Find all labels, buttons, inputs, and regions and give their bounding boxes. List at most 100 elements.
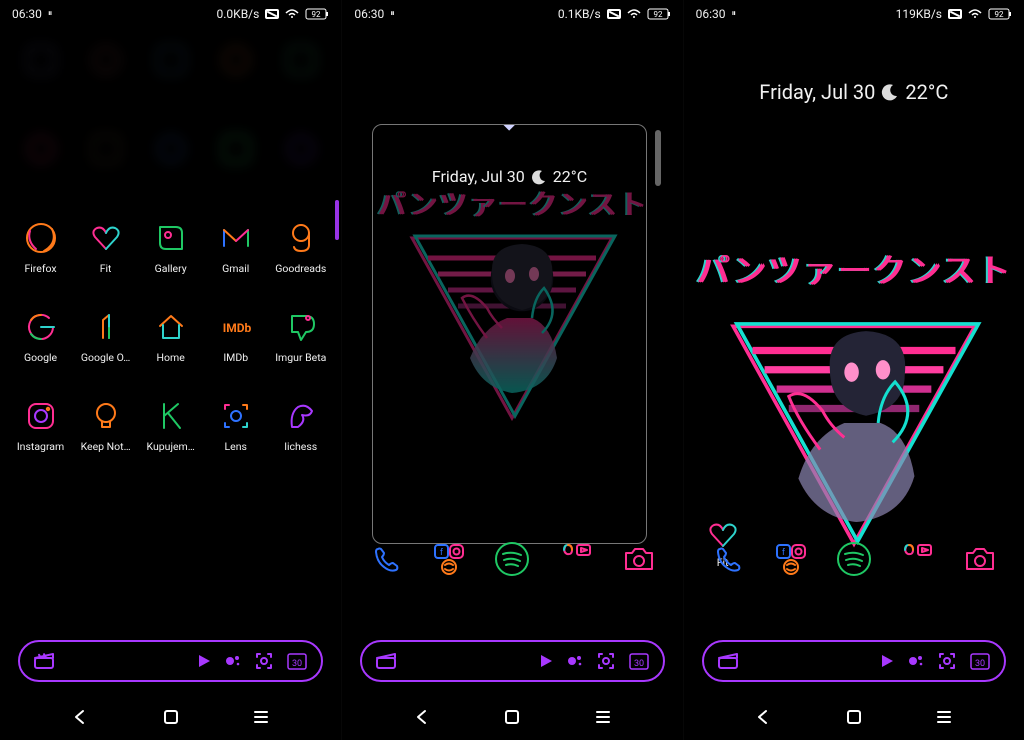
svg-text:30: 30 bbox=[634, 659, 644, 669]
imgur-icon bbox=[283, 309, 319, 345]
app-goodreads[interactable]: Goodreads bbox=[268, 220, 333, 275]
dock-social-folder[interactable]: f bbox=[772, 540, 810, 578]
app-home[interactable]: Home bbox=[138, 309, 203, 364]
app-google[interactable]: Google bbox=[8, 309, 73, 364]
lens-dot-icon[interactable] bbox=[938, 652, 956, 670]
play-icon[interactable] bbox=[880, 654, 894, 668]
app-label: Fit bbox=[100, 262, 112, 275]
wallpaper: パンツァークンスト bbox=[684, 104, 1024, 694]
app-gmail[interactable]: Gmail bbox=[203, 220, 268, 275]
app-blurred bbox=[203, 42, 268, 97]
nav-recent-button[interactable] bbox=[250, 706, 272, 728]
dock-camera[interactable] bbox=[620, 540, 658, 578]
dock-phone[interactable] bbox=[367, 540, 405, 578]
app-label: Imgur Beta bbox=[275, 351, 326, 364]
status-bar: 06:30 ⏸ 0.0KB/s 92 bbox=[0, 0, 341, 28]
instagram-icon bbox=[23, 398, 59, 434]
nav-home-button[interactable] bbox=[843, 706, 865, 728]
app-blurred bbox=[268, 131, 333, 186]
app-gallery[interactable]: Gallery bbox=[138, 220, 203, 275]
status-indicator-icon: ⏸ bbox=[390, 9, 395, 19]
widget-date: Friday, Jul 30 bbox=[432, 167, 525, 186]
assistant-icon[interactable] bbox=[567, 653, 583, 669]
widget-date: Friday, Jul 30 bbox=[759, 80, 875, 104]
clapper-icon[interactable] bbox=[718, 653, 738, 669]
app-lens[interactable]: Lens bbox=[203, 398, 268, 453]
search-pill[interactable]: 30 bbox=[360, 640, 664, 682]
app-label: lichess bbox=[284, 440, 317, 453]
status-time: 06:30 bbox=[12, 7, 42, 21]
calendar-icon[interactable]: 30 bbox=[970, 652, 990, 670]
app-label: Kupujem… bbox=[147, 440, 195, 453]
assistant-icon[interactable] bbox=[225, 653, 241, 669]
calendar-icon[interactable]: 30 bbox=[287, 652, 307, 670]
nav-recent-button[interactable] bbox=[592, 706, 614, 728]
goodreads-icon bbox=[283, 220, 319, 256]
dock-spotify[interactable] bbox=[493, 540, 531, 578]
calendar-icon[interactable]: 30 bbox=[629, 652, 649, 670]
app-label: Home bbox=[157, 351, 185, 364]
status-cast-icon bbox=[607, 9, 621, 19]
status-bar: 06:30 ⏸ 119KB/s 92 bbox=[684, 0, 1024, 28]
keep-icon bbox=[88, 398, 124, 434]
svg-text:92: 92 bbox=[994, 10, 1003, 19]
lens-dot-icon[interactable] bbox=[597, 652, 615, 670]
nav-back-button[interactable] bbox=[752, 706, 774, 728]
status-wifi-icon bbox=[968, 9, 982, 19]
status-net-speed: 0.0KB/s bbox=[217, 7, 260, 21]
app-label: Gallery bbox=[155, 262, 187, 275]
svg-text:f: f bbox=[782, 548, 786, 558]
play-icon[interactable] bbox=[539, 654, 553, 668]
svg-text:IMDb: IMDb bbox=[222, 321, 251, 335]
svg-text:92: 92 bbox=[312, 10, 321, 19]
clapper-icon[interactable] bbox=[34, 653, 54, 669]
date-weather-widget[interactable]: Friday, Jul 30 22°C bbox=[432, 167, 587, 186]
app-label: Keep Not… bbox=[81, 440, 131, 453]
nav-home-button[interactable] bbox=[160, 706, 182, 728]
widget-preview-card[interactable]: Friday, Jul 30 22°C bbox=[372, 124, 646, 544]
app-drawer-grid[interactable]: Firefox Fit Gallery Gmail Goodreads Goog… bbox=[0, 28, 341, 694]
app-label: Google O… bbox=[81, 351, 130, 364]
dock-phone[interactable] bbox=[709, 540, 747, 578]
nav-back-button[interactable] bbox=[411, 706, 433, 728]
app-label: Firefox bbox=[24, 262, 56, 275]
app-google-one[interactable]: Google O… bbox=[73, 309, 138, 364]
drawer-scroll-indicator[interactable] bbox=[335, 200, 339, 240]
widget-scroll-handle[interactable] bbox=[655, 130, 661, 186]
app-firefox[interactable]: Firefox bbox=[8, 220, 73, 275]
app-imdb[interactable]: IMDbIMDb bbox=[203, 309, 268, 364]
dock-spotify[interactable] bbox=[835, 540, 873, 578]
lens-dot-icon[interactable] bbox=[255, 652, 273, 670]
gallery-icon bbox=[153, 220, 189, 256]
svg-text:f: f bbox=[440, 548, 444, 558]
app-imgur[interactable]: Imgur Beta bbox=[268, 309, 333, 364]
assistant-icon[interactable] bbox=[908, 653, 924, 669]
dock-google-folder[interactable] bbox=[557, 540, 595, 578]
moon-icon bbox=[531, 169, 547, 185]
nav-home-button[interactable] bbox=[501, 706, 523, 728]
search-pill[interactable]: 30 bbox=[18, 640, 323, 682]
fit-icon bbox=[88, 220, 124, 256]
nav-back-button[interactable] bbox=[69, 706, 91, 728]
nav-recent-button[interactable] bbox=[933, 706, 955, 728]
dock-camera[interactable] bbox=[961, 540, 999, 578]
status-net-speed: 119KB/s bbox=[896, 7, 942, 21]
app-fit[interactable]: Fit bbox=[73, 220, 138, 275]
lichess-icon bbox=[283, 398, 319, 434]
app-kupujem[interactable]: Kupujem… bbox=[138, 398, 203, 453]
search-pill[interactable]: 30 bbox=[702, 640, 1006, 682]
app-keep-notes[interactable]: Keep Not… bbox=[73, 398, 138, 453]
app-lichess[interactable]: lichess bbox=[268, 398, 333, 453]
dock-social-folder[interactable]: f bbox=[430, 540, 468, 578]
status-bar: 06:30 ⏸ 0.1KB/s 92 bbox=[342, 0, 682, 28]
dock-google-folder[interactable] bbox=[898, 540, 936, 578]
app-blurred bbox=[8, 131, 73, 186]
app-label: Gmail bbox=[222, 262, 249, 275]
status-battery-icon: 92 bbox=[305, 8, 329, 20]
play-icon[interactable] bbox=[197, 654, 211, 668]
date-weather-widget[interactable]: Friday, Jul 30 22°C bbox=[684, 80, 1024, 104]
clapper-icon[interactable] bbox=[376, 653, 396, 669]
app-blurred bbox=[268, 42, 333, 97]
phone-panel-widget-preview: 06:30 ⏸ 0.1KB/s 92 パンツァークンスト bbox=[341, 0, 682, 740]
app-instagram[interactable]: Instagram bbox=[8, 398, 73, 453]
